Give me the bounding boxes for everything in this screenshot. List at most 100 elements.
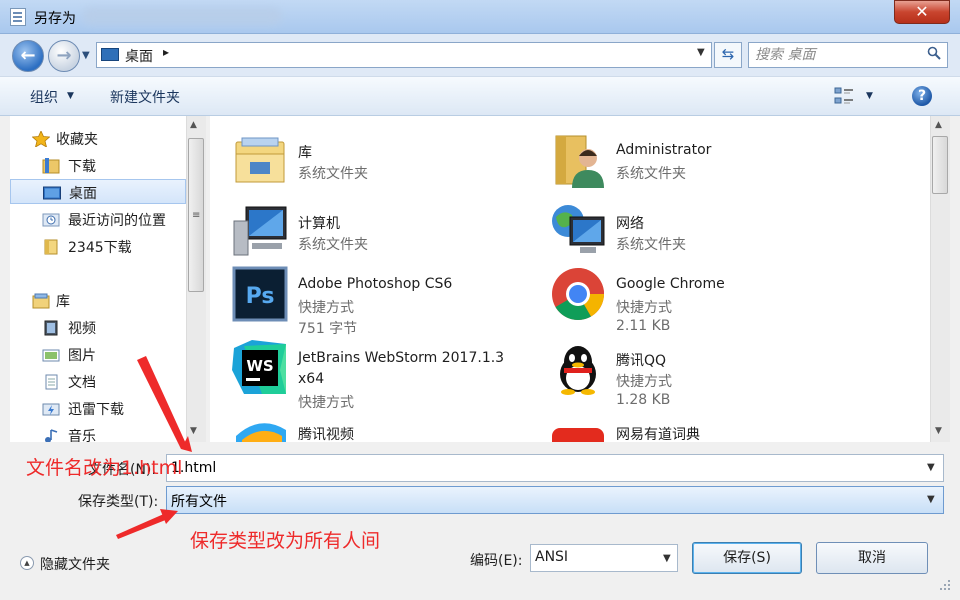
address-dropdown[interactable]: ▼	[697, 47, 705, 58]
file-item-chrome[interactable]: Google Chrome 快捷方式 2.11 KB	[528, 256, 828, 334]
new-folder-button[interactable]: 新建文件夹	[110, 87, 180, 107]
navigation-pane: 收藏夹 下载 桌面 最近访问的位置 2345下载 库 视频 图片 文档 迅雷下载…	[10, 116, 206, 442]
scroll-down-icon[interactable]: ▼	[190, 426, 197, 436]
address-location[interactable]: 桌面	[125, 46, 153, 66]
file-name: 腾讯视频	[298, 427, 354, 442]
file-type: 系统文件夹	[298, 166, 368, 182]
file-type: 系统文件夹	[298, 237, 368, 253]
file-item-tencent-video[interactable]: 腾讯视频	[210, 404, 510, 442]
filename-annotation: 文件名改为1.html	[26, 457, 183, 479]
qq-icon	[560, 346, 596, 395]
library-folder-icon	[235, 137, 285, 183]
thunder-library-icon	[42, 403, 60, 416]
cancel-button[interactable]: 取消	[816, 542, 928, 574]
nav-label: 视频	[68, 321, 96, 337]
file-scrollbar-thumb[interactable]	[932, 136, 948, 194]
file-name: Administrator	[616, 142, 712, 158]
svg-text:WS: WS	[246, 357, 273, 375]
savetype-value[interactable]: 所有文件	[171, 491, 227, 511]
file-type: 快捷方式	[616, 374, 672, 390]
nav-label: 下载	[68, 159, 96, 175]
nav-label: 收藏夹	[56, 132, 98, 148]
toolbar: 组织 ▼ 新建文件夹 ▼ ?	[0, 76, 960, 116]
file-name: 网易有道词典	[616, 427, 700, 442]
blurred-title-region	[82, 7, 282, 25]
file-item-photoshop[interactable]: Ps Adobe Photoshop CS6 快捷方式 751 字节	[210, 256, 510, 337]
photoshop-icon: Ps	[232, 266, 288, 322]
scroll-up-icon[interactable]: ▲	[935, 120, 942, 130]
title-bar: 另存为 ✕	[0, 0, 960, 34]
nav-item-recent[interactable]: 最近访问的位置	[10, 207, 186, 232]
document-library-icon	[45, 374, 58, 390]
window-title: 另存为	[34, 11, 76, 27]
nav-item-pictures[interactable]: 图片	[10, 342, 186, 367]
help-icon[interactable]: ?	[912, 86, 932, 106]
breadcrumb-arrow-icon[interactable]: ▸	[163, 45, 169, 59]
nav-item-videos[interactable]: 视频	[10, 315, 186, 340]
file-item-webstorm[interactable]: WS JetBrains WebStorm 2017.1.3 x64 快捷方式	[210, 330, 510, 411]
nav-item-downloads[interactable]: 下载	[10, 153, 186, 178]
encoding-value[interactable]: ANSI	[535, 549, 568, 565]
nav-label: 文档	[68, 375, 96, 391]
nav-item-desktop[interactable]: 桌面	[10, 179, 186, 204]
nav-item-music[interactable]: 音乐	[10, 423, 186, 442]
view-options-icon[interactable]	[834, 87, 854, 105]
file-item-computer[interactable]: 计算机 系统文件夹	[210, 193, 510, 259]
nav-label: 2345下载	[68, 240, 132, 256]
chevron-down-icon[interactable]: ▼	[663, 553, 671, 564]
chevron-down-icon[interactable]: ▼	[866, 91, 873, 101]
save-button[interactable]: 保存(S)	[692, 542, 802, 574]
nav-label: 最近访问的位置	[68, 213, 166, 229]
file-name: 计算机	[298, 216, 340, 232]
network-icon	[552, 205, 605, 253]
arrow-right-icon: →	[56, 45, 72, 66]
back-button[interactable]: ←	[12, 40, 44, 72]
nav-item-thunder[interactable]: 迅雷下载	[10, 396, 186, 421]
resize-grip-icon[interactable]	[938, 578, 952, 592]
organize-menu-button[interactable]: 组织	[30, 87, 58, 107]
star-icon	[32, 131, 50, 147]
chevron-down-icon[interactable]: ▼	[67, 91, 74, 101]
search-input[interactable]	[755, 45, 915, 65]
savetype-select[interactable]: 所有文件 ▼	[166, 486, 944, 514]
file-item-qq[interactable]: 腾讯QQ 快捷方式 1.28 KB	[528, 330, 828, 408]
scroll-down-icon[interactable]: ▼	[935, 426, 942, 436]
refresh-button[interactable]: ⇆	[714, 42, 742, 68]
file-name: 库	[298, 145, 312, 161]
file-type: 快捷方式	[298, 300, 354, 316]
computer-icon	[233, 206, 287, 256]
filename-input[interactable]	[171, 458, 911, 478]
scroll-up-icon[interactable]: ▲	[190, 120, 197, 130]
recent-pages-dropdown[interactable]: ▼	[82, 50, 90, 61]
recent-places-icon	[42, 213, 60, 227]
nav-item-2345-downloads[interactable]: 2345下载	[10, 234, 186, 259]
forward-button[interactable]: →	[48, 40, 80, 72]
nav-label: 音乐	[68, 429, 96, 442]
chevron-down-icon[interactable]: ▼	[927, 462, 935, 473]
search-box[interactable]	[748, 42, 948, 68]
grip-icon: ≡	[192, 210, 201, 221]
nav-item-libraries[interactable]: 库	[10, 288, 186, 313]
search-icon[interactable]	[927, 46, 941, 60]
youdao-icon: 有道	[552, 428, 604, 442]
hide-folders-label: 隐藏文件夹	[40, 557, 110, 573]
chevron-down-icon[interactable]: ▼	[927, 494, 935, 505]
nav-item-documents[interactable]: 文档	[10, 369, 186, 394]
file-name: JetBrains WebStorm 2017.1.3	[298, 350, 505, 366]
file-item-youdao[interactable]: 有道 网易有道词典	[528, 404, 828, 442]
picture-library-icon	[42, 349, 60, 362]
webstorm-icon: WS	[232, 340, 286, 394]
address-bar[interactable]: 桌面 ▸ ▼	[96, 42, 712, 68]
file-item-network[interactable]: 网络 系统文件夹	[528, 193, 828, 259]
file-name-continued: x64	[298, 371, 325, 387]
desktop-icon	[101, 48, 119, 61]
close-button[interactable]: ✕	[894, 0, 950, 24]
file-name: Google Chrome	[616, 276, 725, 292]
encoding-select[interactable]: ANSI ▼	[530, 544, 678, 572]
hide-folders-button[interactable]: ▲ 隐藏文件夹	[20, 554, 130, 574]
filename-combobox[interactable]: ▼	[166, 454, 944, 482]
library-icon	[32, 293, 50, 309]
nav-item-favorites[interactable]: 收藏夹	[10, 126, 186, 151]
file-item-library[interactable]: 库 系统文件夹	[210, 122, 510, 188]
file-item-administrator[interactable]: Administrator 系统文件夹	[528, 122, 828, 188]
